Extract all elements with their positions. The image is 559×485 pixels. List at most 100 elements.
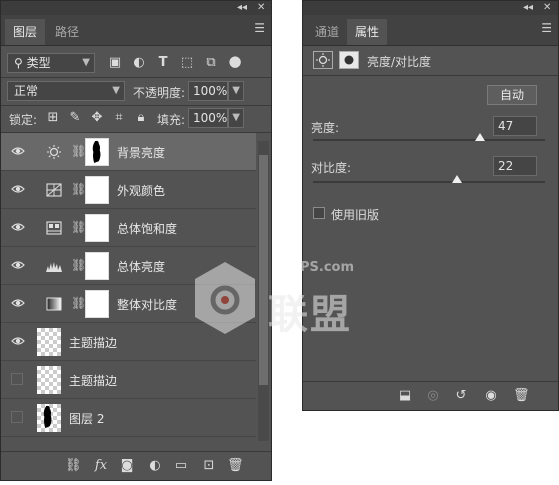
layer-name: 整体对比度 — [117, 298, 178, 312]
layers-tabbar: 图层 路径 ☰ — [1, 15, 271, 46]
brightness-slider-handle[interactable] — [475, 133, 486, 141]
contrast-input[interactable]: 22 — [493, 156, 537, 176]
layer-mask-thumbnail[interactable] — [85, 176, 109, 204]
chevron-down-icon: ▼ — [82, 57, 90, 68]
sun-icon — [47, 145, 61, 159]
layer-mask-thumbnail[interactable] — [85, 138, 109, 166]
hue-saturation-icon — [46, 221, 62, 235]
type-filter-icon[interactable]: T — [155, 55, 171, 71]
link-layers-icon[interactable]: ⛓ — [65, 458, 82, 474]
visibility-toggle[interactable] — [11, 373, 23, 385]
layer-thumbnail[interactable] — [37, 328, 61, 356]
link-icon[interactable]: ⛓ — [71, 296, 86, 310]
layer-mask-thumbnail[interactable] — [85, 214, 109, 242]
search-icon: ⚲ — [14, 56, 27, 70]
toggle-visibility-icon[interactable]: ◉ — [483, 388, 499, 404]
fx-icon[interactable]: fx — [93, 458, 109, 474]
adjustment-layer-icon[interactable]: ◐ — [147, 458, 163, 474]
eye-icon[interactable] — [11, 220, 25, 234]
layer-row[interactable]: ⛓ 整体对比度 — [1, 285, 256, 323]
tab-channels[interactable]: 通道 — [307, 19, 347, 45]
opacity-label: 不透明度: — [133, 86, 186, 100]
reset-icon[interactable]: ↺ — [453, 388, 469, 404]
opacity-dropdown[interactable]: ▼ — [228, 81, 244, 101]
filter-kind-value: 类型 — [26, 56, 51, 70]
collapse-icon[interactable]: ◂◂ — [523, 1, 533, 15]
view-previous-state-icon[interactable]: ◎ — [425, 388, 441, 404]
link-icon[interactable]: ⛓ — [71, 258, 86, 272]
add-mask-icon[interactable]: ◙ — [119, 458, 135, 474]
blend-mode-dropdown[interactable]: 正常 ▼ — [7, 81, 125, 101]
layer-name: 总体亮度 — [117, 260, 166, 274]
layer-row[interactable]: 图层 2 — [1, 399, 256, 437]
trash-icon[interactable]: 🗑︎ — [227, 458, 244, 474]
clip-to-layer-icon[interactable]: ⬓ — [397, 388, 413, 404]
contrast-slider[interactable] — [313, 175, 545, 183]
trash-icon[interactable]: 🗑︎ — [513, 388, 530, 404]
layer-row[interactable]: ⛓ 总体饱和度 — [1, 209, 256, 247]
layer-name: 背景亮度 — [117, 146, 166, 160]
levels-icon — [46, 262, 62, 272]
shape-filter-icon[interactable]: ⬚ — [179, 55, 195, 71]
eye-icon[interactable] — [11, 296, 25, 310]
tab-layers[interactable]: 图层 — [5, 19, 46, 45]
panel-menu-icon[interactable]: ☰ — [254, 21, 265, 35]
use-legacy-checkbox[interactable] — [313, 207, 325, 219]
opacity-input[interactable]: 100% — [188, 81, 228, 101]
adjustment-filter-icon[interactable]: ◐ — [131, 55, 147, 71]
brightness-slider[interactable] — [313, 133, 545, 141]
pixel-filter-icon[interactable]: ▣ — [107, 55, 123, 71]
layer-row[interactable]: ⛓ 外观颜色 — [1, 171, 256, 209]
new-layer-icon[interactable]: ⊡ — [201, 458, 217, 474]
eye-icon[interactable] — [11, 182, 25, 196]
brightness-input[interactable]: 47 — [493, 116, 537, 136]
chevron-down-icon: ▼ — [232, 85, 240, 96]
lock-image-icon[interactable]: ✎ — [67, 110, 83, 126]
link-icon[interactable]: ⛓ — [71, 220, 86, 234]
layer-thumbnail[interactable] — [37, 404, 61, 432]
layer-name: 主题描边 — [69, 374, 118, 388]
auto-button[interactable]: 自动 — [487, 85, 537, 105]
filter-toggle-icon[interactable]: ● — [227, 53, 243, 69]
scrollbar-thumb[interactable] — [259, 155, 268, 385]
layer-row[interactable]: 主题描边 — [1, 361, 256, 399]
tab-paths[interactable]: 路径 — [47, 19, 87, 45]
blend-mode-value: 正常 — [14, 84, 39, 98]
eye-icon[interactable] — [11, 334, 25, 348]
layer-mask-thumbnail[interactable] — [85, 252, 109, 280]
lock-transparency-icon[interactable]: ⊞ — [45, 110, 61, 126]
divider — [1, 105, 271, 106]
link-icon[interactable]: ⛓ — [71, 144, 86, 158]
silhouette-thumbnail-icon — [43, 405, 52, 428]
layers-scrollbar[interactable] — [258, 141, 269, 441]
adjustment-title: 亮度/对比度 — [367, 55, 432, 69]
folder-icon[interactable]: ▭ — [173, 458, 189, 474]
tab-properties[interactable]: 属性 — [347, 19, 388, 45]
sun-icon — [313, 51, 333, 69]
layer-row[interactable]: 主题描边 — [1, 323, 256, 361]
smart-object-filter-icon[interactable]: ⧉ — [203, 55, 219, 71]
visibility-toggle[interactable] — [11, 411, 23, 423]
properties-panel: ◂◂ ✕ 通道 属性 ☰ 亮度/对比度 自动 亮度: 47 对比度: 22 使用… — [302, 0, 559, 411]
lock-position-icon[interactable]: ✥ — [89, 110, 105, 126]
close-icon[interactable]: ✕ — [257, 1, 265, 15]
lock-artboard-icon[interactable]: ⌗ — [111, 110, 127, 126]
divider — [303, 75, 558, 76]
link-icon[interactable]: ⛓ — [71, 182, 86, 196]
eye-icon[interactable] — [11, 144, 25, 158]
layer-thumbnail[interactable] — [37, 366, 61, 394]
lock-all-icon[interactable]: 🔒︎ — [133, 110, 149, 126]
panel-menu-icon[interactable]: ☰ — [541, 21, 552, 35]
fill-dropdown[interactable]: ▼ — [228, 108, 244, 128]
layer-row[interactable]: ⛓ 总体亮度 — [1, 247, 256, 285]
layer-mask-thumbnail[interactable] — [85, 290, 109, 318]
close-icon[interactable]: ✕ — [543, 1, 551, 15]
collapse-icon[interactable]: ◂◂ — [237, 1, 247, 15]
eye-icon[interactable] — [11, 258, 25, 272]
layer-row[interactable]: ⛓ 背景亮度 — [1, 133, 256, 171]
filter-kind-dropdown[interactable]: ⚲ 类型 ▼ — [7, 53, 95, 73]
mask-icon[interactable] — [339, 51, 359, 69]
fill-input[interactable]: 100% — [188, 108, 228, 128]
contrast-slider-handle[interactable] — [451, 175, 462, 183]
lock-label: 锁定: — [9, 113, 38, 127]
